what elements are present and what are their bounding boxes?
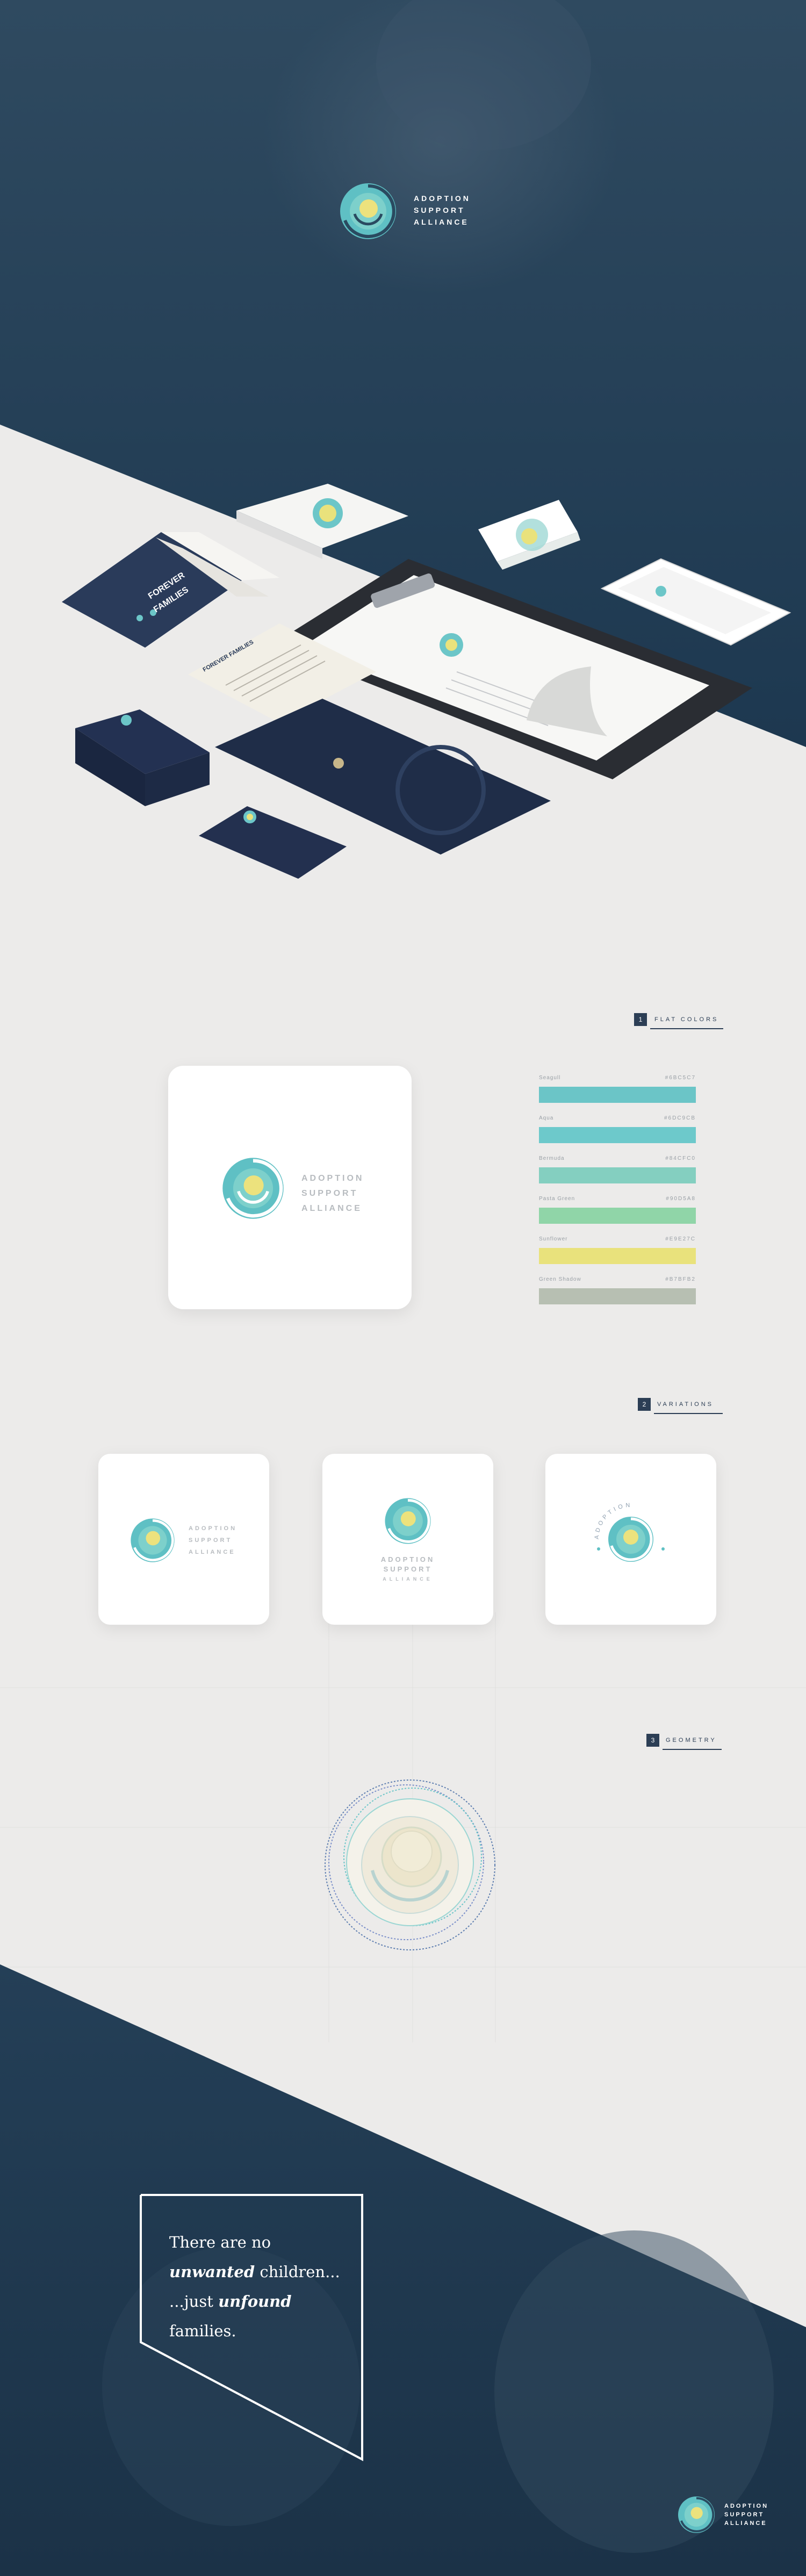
swatch-hex: #B7BFB2 <box>665 1276 696 1282</box>
quote-text: There are no unwanted children... ...jus… <box>169 2228 352 2346</box>
section-title: GEOMETRY <box>666 1737 717 1743</box>
logo-word-1: ADOPTION <box>380 1555 435 1563</box>
quote-line-3-rest: families. <box>169 2322 236 2340</box>
variation-card-horizontal: ADOPTION SUPPORT ALLIANCE <box>98 1454 269 1625</box>
quote-frame: There are no unwanted children... ...jus… <box>139 2193 364 2462</box>
card-stack-mockup <box>75 709 210 806</box>
quote-line-2: unwanted children... <box>169 2257 352 2287</box>
section-header-variations: 2 VARIATIONS <box>638 1398 723 1414</box>
brand-line-2: SUPPORT <box>414 206 465 214</box>
logo-word-3: ALLIANCE <box>301 1204 362 1213</box>
badge-logo-icon: ADOPTION <box>594 1502 665 1562</box>
color-swatch: Green Shadow #B7BFB2 <box>539 1276 696 1307</box>
tote-bag-mockup <box>236 484 408 559</box>
section-number: 1 <box>634 1013 647 1026</box>
section-underline <box>654 1413 723 1414</box>
swatch-bar <box>539 1208 696 1224</box>
geometry-diagram <box>325 1779 495 1950</box>
quote-line-2-rest: children... <box>255 2263 340 2281</box>
section-underline <box>663 1749 722 1750</box>
logo-word-1: ADOPTION <box>301 1174 364 1183</box>
logo-word-2: SUPPORT <box>301 1189 358 1198</box>
quote-line-3-pre: ...just <box>169 2292 219 2310</box>
logo-word-2: SUPPORT <box>189 1537 233 1544</box>
quote-emphasis-unfound: unfound <box>218 2292 292 2310</box>
section-title: VARIATIONS <box>657 1401 714 1408</box>
section-header-geometry: 3 GEOMETRY <box>646 1734 722 1750</box>
logo-word-3: ALLIANCE <box>383 1576 433 1582</box>
single-card-mockup <box>199 806 347 879</box>
business-card-mockup <box>478 500 580 570</box>
variation-card-stacked: ADOPTION SUPPORT ALLIANCE <box>322 1454 493 1625</box>
swatch-name: Sunflower <box>539 1236 568 1242</box>
logo-mark-icon <box>385 1498 431 1544</box>
brand-line-3: ALLIANCE <box>724 2520 767 2527</box>
swatch-name: Seagull <box>539 1075 561 1081</box>
swatch-bar <box>539 1087 696 1103</box>
logo-mark-icon <box>678 2496 715 2534</box>
color-swatch: Pasta Green #90D5A8 <box>539 1196 696 1226</box>
logo-word-3: ALLIANCE <box>189 1549 236 1555</box>
swatch-name: Bermuda <box>539 1156 565 1161</box>
swatch-hex: #84CFC0 <box>665 1156 696 1161</box>
swatch-hex: #6BC5C7 <box>665 1075 696 1081</box>
quote-line-1: There are no <box>169 2233 271 2251</box>
section-title: FLAT COLORS <box>654 1016 719 1023</box>
phone-mockup <box>600 558 791 646</box>
swatch-hex: #6DC9CB <box>664 1115 696 1121</box>
logo-mark-icon <box>222 1158 284 1219</box>
section-header-flat-colors: 1 FLAT COLORS <box>634 1013 723 1029</box>
brand-line-1: ADOPTION <box>414 194 471 203</box>
swatch-bar <box>539 1288 696 1304</box>
logo-mark-icon <box>131 1518 175 1562</box>
swatch-bar <box>539 1167 696 1183</box>
primary-logo-card: ADOPTION SUPPORT ALLIANCE <box>168 1066 412 1309</box>
logo-mark-icon <box>340 183 396 239</box>
brand-line-2: SUPPORT <box>724 2512 765 2518</box>
color-swatch: Sunflower #E9E27C <box>539 1236 696 1266</box>
book-mockup: FOREVER FAMILIES <box>62 532 279 648</box>
brand-line-1: ADOPTION <box>724 2503 769 2509</box>
footer-logo: ADOPTION SUPPORT ALLIANCE <box>677 2495 785 2536</box>
section-underline <box>650 1028 723 1029</box>
logo-word-1: ADOPTION <box>189 1525 238 1532</box>
color-swatch: Aqua #6DC9CB <box>539 1115 696 1145</box>
swatch-hex: #E9E27C <box>665 1236 696 1242</box>
color-swatch: Bermuda #84CFC0 <box>539 1156 696 1186</box>
swatch-bar <box>539 1248 696 1264</box>
section-number: 2 <box>638 1398 651 1411</box>
section-number: 3 <box>646 1734 659 1747</box>
swatch-name: Green Shadow <box>539 1276 581 1282</box>
quote-emphasis-unwanted: unwanted <box>169 2263 255 2281</box>
stationery-mockups: FOREVER FAMILIES FOREVER FAMILIES <box>62 484 791 879</box>
color-swatch: Seagull #6BC5C7 <box>539 1075 696 1105</box>
header-logo: ADOPTION SUPPORT ALLIANCE <box>339 182 473 241</box>
variation-card-badge: ADOPTION <box>545 1454 716 1625</box>
logo-word-2: SUPPORT <box>383 1565 433 1573</box>
swatch-hex: #90D5A8 <box>666 1196 696 1202</box>
swatch-name: Aqua <box>539 1115 554 1121</box>
swatch-bar <box>539 1127 696 1143</box>
quote-line-3: ...just unfound families. <box>169 2287 352 2346</box>
swatch-name: Pasta Green <box>539 1196 575 1202</box>
brand-line-3: ALLIANCE <box>414 218 469 226</box>
